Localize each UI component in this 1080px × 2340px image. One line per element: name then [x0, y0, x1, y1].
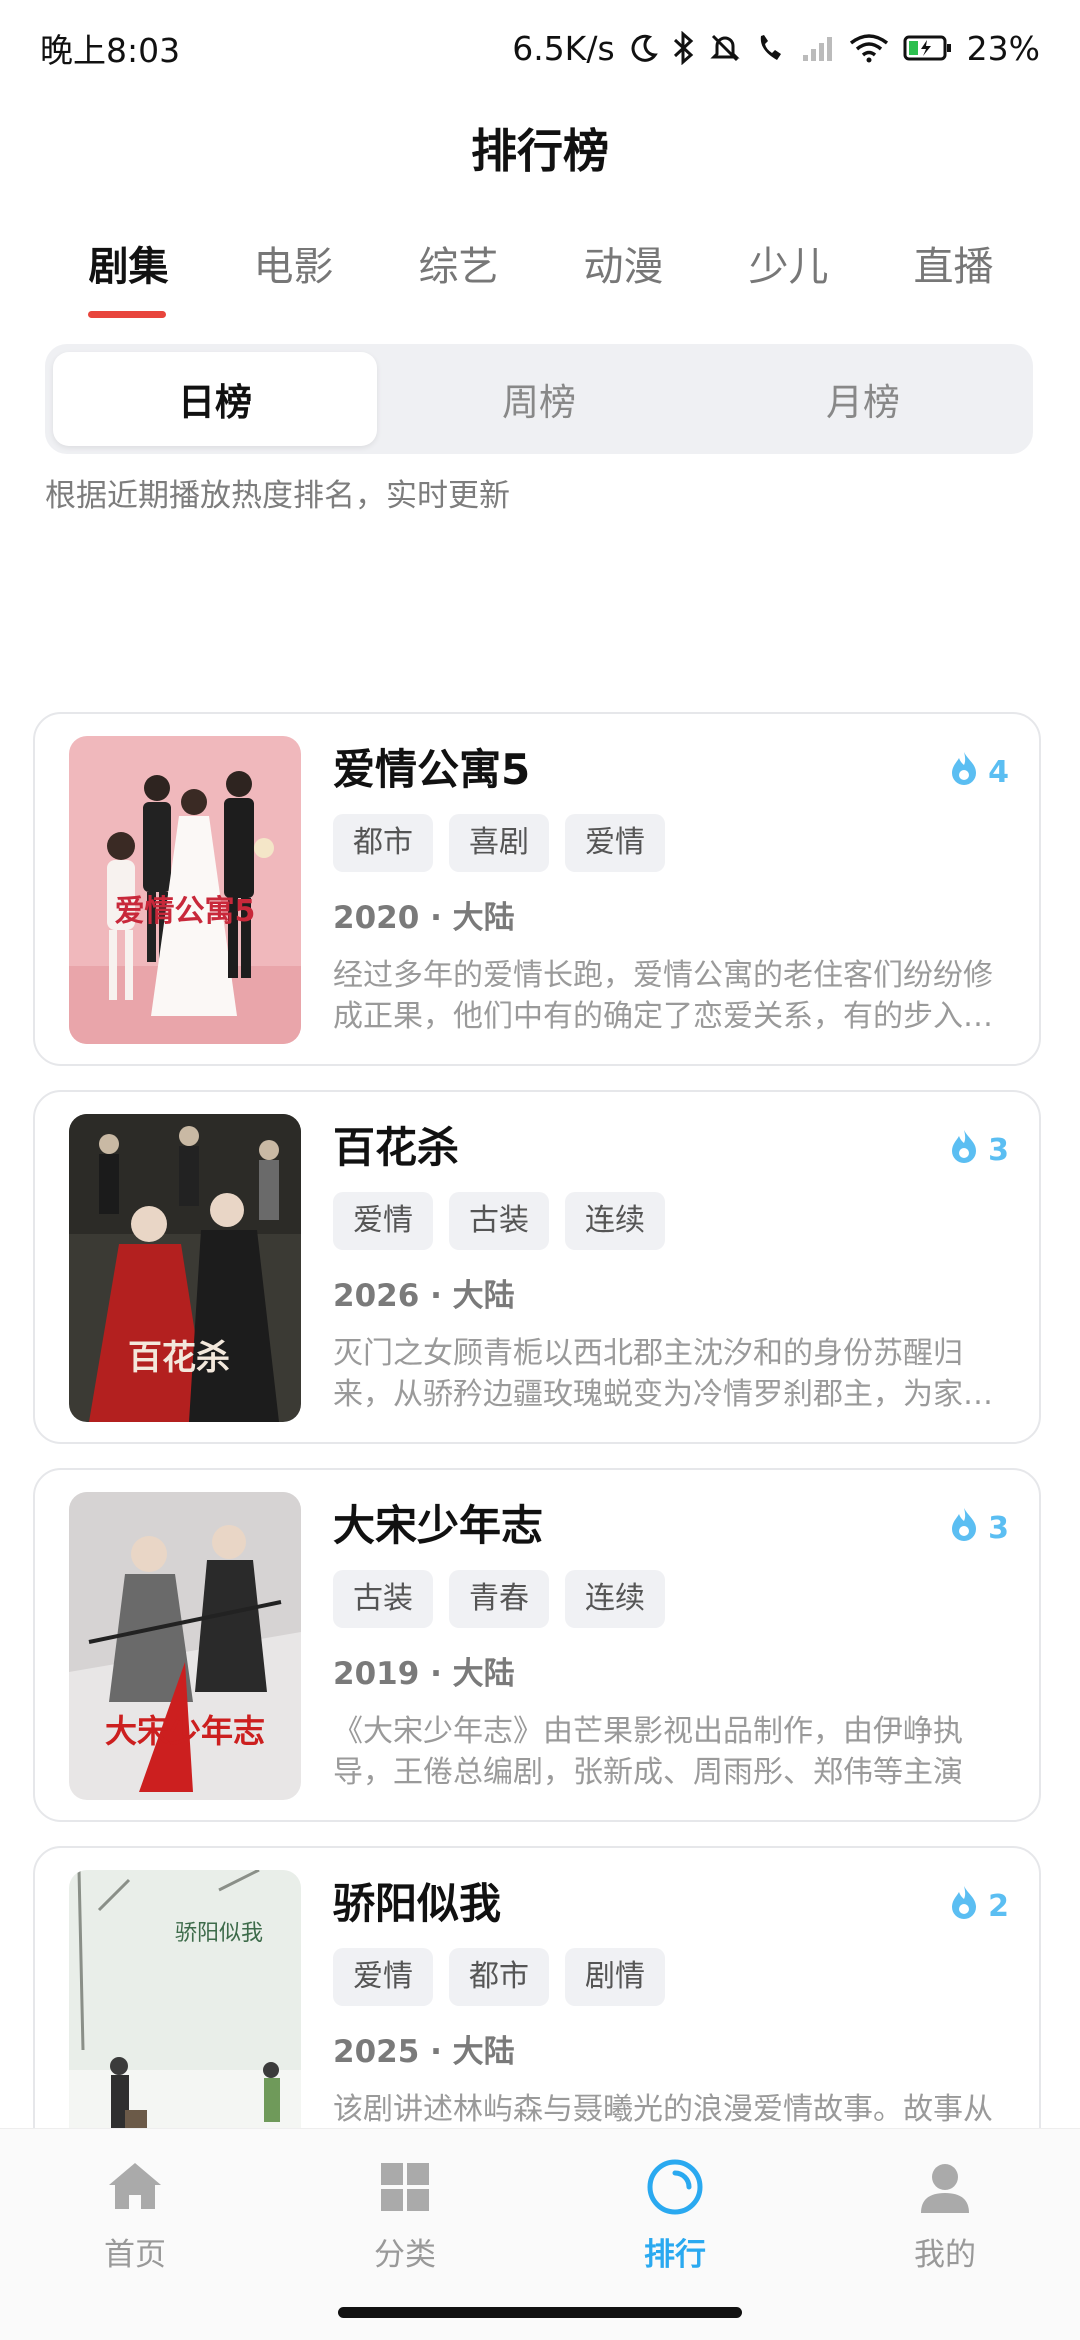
genre-tag: 爱情	[333, 1948, 433, 2006]
wifi-icon	[849, 33, 889, 63]
home-indicator[interactable]	[338, 2307, 742, 2318]
net-speed: 6.5K/s	[512, 28, 615, 68]
tab-live[interactable]: 直播	[871, 228, 1036, 318]
poster-title-text: 爱情公寓5	[115, 894, 256, 929]
period-weekly-button[interactable]: 周榜	[377, 352, 701, 446]
heat-value: 4	[988, 754, 1009, 790]
period-daily-button[interactable]: 日榜	[53, 352, 377, 446]
tab-label: 少儿	[748, 244, 829, 290]
heat-badge: 2	[948, 1884, 1009, 1928]
bluetooth-icon	[673, 31, 695, 65]
nav-label: 排行	[644, 2237, 706, 2273]
heat-value: 2	[988, 1888, 1009, 1924]
tab-label: 剧集	[88, 244, 169, 290]
genre-tag: 喜剧	[449, 814, 549, 872]
ranking-description: 根据近期播放热度排名，实时更新	[45, 478, 510, 514]
poster-image: 大宋少年志	[69, 1492, 301, 1800]
period-monthly-button[interactable]: 月榜	[701, 352, 1025, 446]
item-description: 灭门之女顾青栀以西北郡主沈汐和的身份苏醒归来，从骄矜边疆玫瑰蜕变为冷情罗刹郡主，…	[333, 1336, 993, 1412]
heat-value: 3	[988, 1510, 1009, 1546]
genre-tag: 剧情	[565, 1948, 665, 2006]
nav-label: 我的	[914, 2237, 976, 2273]
ranking-card[interactable]: 大宋少年志 大宋少年志 古装 青春 连续 2019 · 大陆 《大宋少年志》由芒…	[33, 1468, 1041, 1822]
item-description: 《大宋少年志》由芒果影视出品制作，由伊峥执导，王倦总编剧，张新成、周雨彤、郑伟等…	[333, 1714, 963, 1790]
genre-tag: 连续	[565, 1192, 665, 1250]
item-title: 百花杀	[333, 1123, 460, 1172]
item-title: 爱情公寓5	[333, 745, 531, 794]
nav-profile[interactable]: 我的	[810, 2129, 1080, 2340]
tab-movie[interactable]: 电影	[211, 228, 376, 318]
item-description: 经过多年的爱情长跑，爱情公寓的老住客们纷纷修成正果，他们中有的确定了恋爱关系，有…	[333, 958, 993, 1034]
item-info: 大宋少年志 古装 青春 连续 2019 · 大陆 《大宋少年志》由芒果影视出品制…	[333, 1490, 1013, 1793]
page-title: 排行榜	[471, 124, 609, 178]
battery-level: 23%	[966, 28, 1040, 68]
tab-kids[interactable]: 少儿	[706, 228, 871, 318]
genre-tag: 青春	[449, 1570, 549, 1628]
tab-label: 电影	[253, 244, 334, 290]
item-info: 百花杀 爱情 古装 连续 2026 · 大陆 灭门之女顾青栀以西北郡主沈汐和的身…	[333, 1112, 1013, 1415]
year-region: 2025 · 大陆	[333, 2034, 515, 2070]
ranking-list: 爱情公寓5 爱情公寓5 都市 喜剧 爱情 2020 · 大陆 经过多年的爱情长跑…	[33, 712, 1041, 2224]
call-icon	[755, 32, 787, 64]
poster-image: 爱情公寓5	[69, 736, 301, 1044]
ranking-card[interactable]: 百花杀 百花杀 爱情 古装 连续 2026 · 大陆 灭门之女顾青栀以西北郡主沈…	[33, 1090, 1041, 1444]
genre-tag: 爱情	[333, 1192, 433, 1250]
item-title: 大宋少年志	[333, 1501, 544, 1550]
genre-tag: 连续	[565, 1570, 665, 1628]
genre-tag: 古装	[449, 1192, 549, 1250]
tab-drama[interactable]: 剧集	[46, 228, 211, 318]
year-region: 2020 · 大陆	[333, 900, 515, 936]
period-segmented-control: 日榜 周榜 月榜	[45, 344, 1033, 454]
nav-home[interactable]: 首页	[0, 2129, 270, 2340]
item-title: 骄阳似我	[333, 1879, 502, 1928]
active-tab-indicator	[88, 311, 166, 318]
status-bar: 晚上8:03 6.5K/s 23%	[0, 0, 1080, 96]
genre-tag: 古装	[333, 1570, 433, 1628]
ranking-icon	[647, 2159, 703, 2215]
mute-bell-icon	[709, 32, 741, 64]
poster-title-text: 大宋少年志	[105, 1712, 265, 1750]
moon-icon	[629, 33, 659, 63]
signal-icon	[801, 33, 835, 63]
category-tabs: 剧集 电影 综艺 动漫 少儿 直播	[46, 228, 1036, 318]
tag-list: 都市 喜剧 爱情	[333, 814, 1013, 872]
ranking-card[interactable]: 爱情公寓5 爱情公寓5 都市 喜剧 爱情 2020 · 大陆 经过多年的爱情长跑…	[33, 712, 1041, 1066]
nav-label: 首页	[104, 2237, 166, 2273]
status-icons: 6.5K/s 23%	[512, 29, 1040, 68]
genre-tag: 都市	[333, 814, 433, 872]
flame-icon	[948, 750, 980, 794]
tag-list: 爱情 古装 连续	[333, 1192, 1013, 1250]
year-region: 2019 · 大陆	[333, 1656, 515, 1692]
tag-list: 古装 青春 连续	[333, 1570, 1013, 1628]
heat-badge: 3	[948, 1506, 1009, 1550]
nav-label: 分类	[374, 2237, 436, 2273]
user-icon	[921, 2164, 969, 2213]
flame-icon	[948, 1128, 980, 1172]
tab-label: 直播	[913, 244, 994, 290]
heat-value: 3	[988, 1132, 1009, 1168]
tab-label: 综艺	[418, 244, 499, 290]
battery-icon	[903, 34, 953, 62]
tag-list: 爱情 都市 剧情	[333, 1948, 1013, 2006]
status-time: 晚上8:03	[40, 31, 181, 70]
home-icon	[109, 2163, 161, 2209]
genre-tag: 爱情	[565, 814, 665, 872]
flame-icon	[948, 1506, 980, 1550]
flame-icon	[948, 1884, 980, 1928]
item-info: 爱情公寓5 都市 喜剧 爱情 2020 · 大陆 经过多年的爱情长跑，爱情公寓的…	[333, 734, 1013, 1037]
tab-anime[interactable]: 动漫	[541, 228, 706, 318]
grid-icon	[381, 2163, 429, 2211]
poster-title-text: 百花杀	[128, 1338, 230, 1378]
year-region: 2026 · 大陆	[333, 1278, 515, 1314]
heat-badge: 4	[948, 750, 1009, 794]
item-info: 骄阳似我 爱情 都市 剧情 2025 · 大陆 该剧讲述林屿森与聂曦光的浪漫爱情…	[333, 1868, 1013, 2171]
heat-badge: 3	[948, 1128, 1009, 1172]
genre-tag: 都市	[449, 1948, 549, 2006]
poster-image: 百花杀	[69, 1114, 301, 1422]
tab-variety[interactable]: 综艺	[376, 228, 541, 318]
tab-label: 动漫	[583, 244, 664, 290]
poster-title-text: 骄阳似我	[175, 1921, 263, 1946]
